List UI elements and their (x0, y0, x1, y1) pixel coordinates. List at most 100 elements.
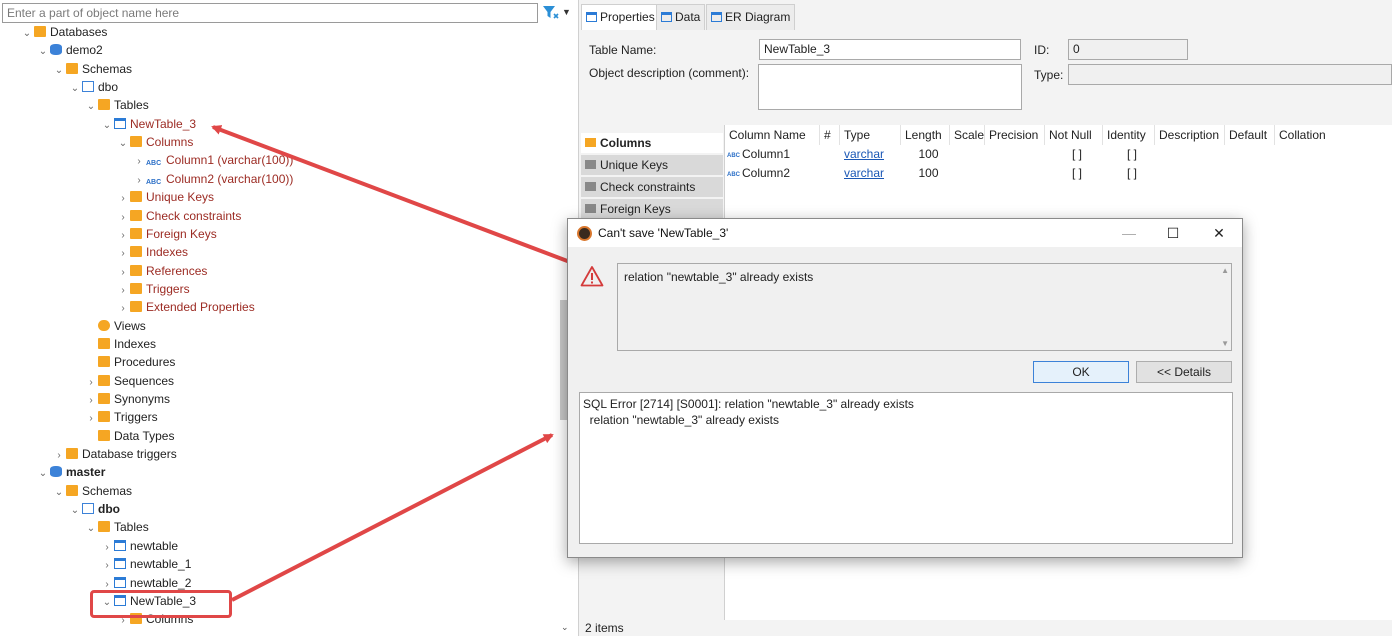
collapse-chevron-icon[interactable]: ⌄ (68, 80, 82, 98)
tree-node[interactable]: ⌄ NewTable_3 (100, 115, 196, 133)
tree-node[interactable]: › newtable_2 (100, 574, 191, 592)
scroll-down-icon[interactable]: ⌄ (561, 622, 569, 633)
tree-node[interactable]: ⌄ Schemas (52, 60, 132, 78)
grid-cell-type[interactable]: varchar (842, 164, 903, 183)
grid-header[interactable]: Precision (985, 125, 1045, 145)
grid-cell-identity[interactable]: [ ] (1105, 164, 1157, 183)
collapse-chevron-icon[interactable]: ⌄ (20, 25, 34, 43)
tree-node[interactable]: ⌄ dbo (68, 78, 118, 96)
collapse-chevron-icon[interactable]: ⌄ (36, 465, 50, 483)
close-icon[interactable]: ✕ (1196, 219, 1242, 247)
table-name-field[interactable]: NewTable_3 (759, 39, 1021, 60)
expand-chevron-icon[interactable]: › (116, 209, 130, 227)
grid-header[interactable]: # (820, 125, 840, 145)
tree-node[interactable]: ⌄ Columns (116, 133, 194, 153)
grid-cell-not-null[interactable]: [ ] (1047, 164, 1105, 183)
details-button[interactable]: << Details (1136, 361, 1232, 383)
expand-chevron-icon[interactable]: › (132, 172, 146, 190)
grid-cell-not-null[interactable]: [ ] (1047, 145, 1105, 164)
description-field[interactable] (758, 64, 1022, 110)
tab-properties[interactable]: Properties (581, 4, 660, 30)
tree-node[interactable]: ⌄ master (36, 463, 106, 483)
grid-header[interactable]: Collation (1275, 125, 1392, 145)
grid-header[interactable]: Scale (950, 125, 985, 145)
tree-node[interactable]: › Triggers (84, 408, 157, 428)
tree-node[interactable]: › newtable (100, 537, 178, 555)
tree-node[interactable]: ⌄ Databases (20, 24, 108, 43)
section-check-constraints[interactable]: Check constraints (581, 177, 723, 198)
tree-node[interactable]: ⌄ Tables (84, 518, 149, 536)
expand-chevron-icon[interactable]: › (132, 153, 146, 171)
grid-header[interactable]: Description (1155, 125, 1225, 145)
expand-chevron-icon[interactable]: › (116, 282, 130, 300)
collapse-chevron-icon[interactable]: ⌄ (36, 43, 50, 61)
tree-node[interactable]: › newtable_1 (100, 555, 191, 573)
tree-node[interactable]: ⌄ dbo (68, 500, 120, 518)
tree-node[interactable]: › References (116, 262, 207, 280)
grid-header[interactable]: Column Name (725, 125, 820, 145)
grid-cell-length[interactable]: 100 (903, 164, 952, 183)
expand-chevron-icon[interactable]: › (84, 410, 98, 428)
tab-data[interactable]: Data (656, 4, 706, 30)
grid-cell-type[interactable]: varchar (842, 145, 903, 164)
expand-chevron-icon[interactable]: › (116, 190, 130, 208)
expand-chevron-icon[interactable]: › (52, 447, 66, 465)
section-unique-keys[interactable]: Unique Keys (581, 155, 723, 176)
grid-cell-length[interactable]: 100 (903, 145, 952, 164)
grid-cell-name[interactable]: ABC Column2 (725, 164, 820, 183)
error-details-text[interactable]: SQL Error [2714] [S0001]: relation "newt… (579, 392, 1233, 544)
tree-node[interactable]: ⌄ Tables (84, 96, 149, 114)
tab-er-diagram[interactable]: ER Diagram (706, 4, 796, 30)
collapse-chevron-icon[interactable]: ⌄ (52, 484, 66, 502)
collapse-chevron-icon[interactable]: ⌄ (68, 502, 82, 520)
ok-button[interactable]: OK (1033, 361, 1129, 383)
expand-chevron-icon[interactable]: › (100, 539, 114, 557)
section-columns[interactable]: Columns (581, 133, 723, 154)
tree-node[interactable]: › ABC Column2 (varchar(100)) (132, 170, 293, 188)
tree-node[interactable]: › Check constraints (116, 207, 241, 225)
scroll-down-icon[interactable]: ▼ (1221, 339, 1229, 348)
tree-node[interactable]: › Indexes (116, 243, 188, 261)
collapse-chevron-icon[interactable]: ⌄ (84, 520, 98, 538)
tree-node[interactable]: ⌄ demo2 (36, 41, 103, 59)
minimize-icon[interactable]: — (1106, 219, 1152, 247)
tree-node[interactable]: › Sequences (84, 372, 174, 390)
collapse-chevron-icon[interactable]: ⌄ (84, 98, 98, 116)
maximize-icon[interactable]: ☐ (1150, 219, 1196, 247)
tree-node[interactable]: Indexes (84, 335, 156, 353)
expand-chevron-icon[interactable]: › (116, 227, 130, 245)
tree-node[interactable]: › Triggers (116, 280, 189, 300)
scroll-up-icon[interactable]: ▲ (1221, 266, 1229, 275)
expand-chevron-icon[interactable]: › (116, 264, 130, 282)
tree-node[interactable]: › Extended Properties (116, 298, 254, 318)
grid-header[interactable]: Length (901, 125, 950, 145)
filter-icon[interactable] (542, 5, 560, 21)
expand-chevron-icon[interactable]: › (84, 374, 98, 392)
collapse-chevron-icon[interactable]: ⌄ (100, 117, 114, 135)
tree-node[interactable]: Data Types (84, 427, 174, 445)
tree-node[interactable]: Views (84, 317, 146, 335)
expand-chevron-icon[interactable]: › (116, 245, 130, 263)
section-foreign-keys[interactable]: Foreign Keys (581, 199, 723, 220)
grid-cell-name[interactable]: ABC Column1 (725, 145, 820, 164)
grid-header[interactable]: Default (1225, 125, 1275, 145)
dialog-titlebar[interactable]: Can't save 'NewTable_3' — ☐ ✕ (568, 219, 1242, 247)
tree-node[interactable]: › Foreign Keys (116, 225, 216, 245)
expand-chevron-icon[interactable]: › (116, 300, 130, 318)
tree-node[interactable]: › Unique Keys (116, 188, 214, 206)
grid-header[interactable]: Identity (1103, 125, 1155, 145)
collapse-chevron-icon[interactable]: ⌄ (116, 135, 130, 153)
grid-header[interactable]: Type (840, 125, 901, 145)
collapse-chevron-icon[interactable]: ⌄ (52, 62, 66, 80)
grid-cell-identity[interactable]: [ ] (1105, 145, 1157, 164)
tree-node[interactable]: › ABC Column1 (varchar(100)) (132, 151, 293, 169)
tree-node[interactable]: Procedures (84, 353, 175, 371)
expand-chevron-icon[interactable]: › (84, 392, 98, 410)
grid-header[interactable]: Not Null (1045, 125, 1103, 145)
filter-dropdown-icon[interactable]: ▼ (562, 7, 571, 17)
expand-chevron-icon[interactable]: › (100, 557, 114, 575)
tree-node[interactable]: › Database triggers (52, 445, 176, 465)
tree-node[interactable]: ⌄ Schemas (52, 482, 132, 500)
object-filter-input[interactable] (2, 3, 538, 23)
tree-node[interactable]: › Synonyms (84, 390, 170, 408)
